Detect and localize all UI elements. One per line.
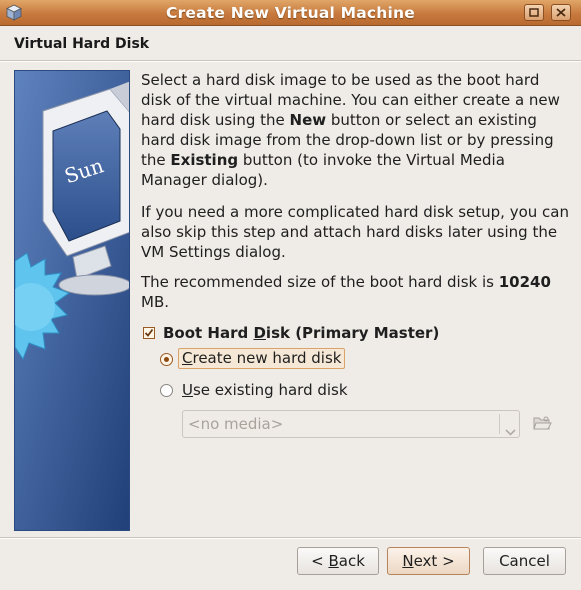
button-text: ext > xyxy=(413,552,455,570)
button-text: ack xyxy=(338,552,365,570)
folder-open-icon[interactable] xyxy=(532,414,552,432)
label-text: Boot Hard xyxy=(163,324,254,342)
mnemonic-letter: C xyxy=(182,349,193,367)
description-new-keyword: New xyxy=(289,111,327,129)
checkbox-box[interactable] xyxy=(143,327,155,339)
divider xyxy=(0,60,581,62)
label-text: isk (Primary Master) xyxy=(265,324,440,342)
virtualbox-monitor-graphic: Sun xyxy=(15,71,129,530)
description-text: The recommended size of the boot hard di… xyxy=(141,273,499,291)
side-panel: Sun xyxy=(14,70,130,531)
window-title: Create New Virtual Machine xyxy=(166,4,415,22)
mnemonic-letter: U xyxy=(182,381,193,399)
description-paragraph: Select a hard disk image to be used as t… xyxy=(141,70,571,190)
label-text: reate new hard disk xyxy=(192,349,342,367)
use-existing-disk-label[interactable]: Use existing hard disk xyxy=(182,380,348,400)
next-button[interactable]: Next > xyxy=(387,547,470,575)
boot-hard-disk-label: Boot Hard Disk (Primary Master) xyxy=(163,323,439,343)
mnemonic-letter: D xyxy=(253,324,266,342)
recommended-size-unit: MB. xyxy=(141,293,170,311)
label-text: se existing hard disk xyxy=(192,381,348,399)
media-select-value: <no media> xyxy=(188,415,284,433)
cancel-button[interactable]: Cancel xyxy=(483,547,566,575)
recommended-size-value: 10240 xyxy=(498,273,551,291)
recommended-size-text: The recommended size of the boot hard di… xyxy=(141,272,571,312)
combo-separator xyxy=(499,414,500,434)
description-existing-keyword: Existing xyxy=(170,151,239,169)
description-paragraph: If you need a more complicated hard disk… xyxy=(141,203,569,261)
mnemonic-letter: B xyxy=(328,552,339,570)
page-title: Virtual Hard Disk xyxy=(14,36,150,52)
checkmark-icon xyxy=(144,328,154,337)
radio-selected-dot xyxy=(164,357,169,362)
button-text: < xyxy=(311,552,329,570)
create-new-disk-label[interactable]: Create new hard disk xyxy=(178,348,346,369)
maximize-button[interactable] xyxy=(524,4,544,21)
mnemonic-letter: N xyxy=(402,552,414,570)
close-button[interactable] xyxy=(551,4,571,21)
title-bar[interactable]: Create New Virtual Machine xyxy=(0,0,581,26)
create-new-disk-radio[interactable] xyxy=(160,353,173,366)
divider xyxy=(0,537,581,539)
chevron-down-icon xyxy=(505,421,516,440)
use-existing-disk-radio[interactable] xyxy=(160,384,173,397)
back-button[interactable]: < Back xyxy=(297,547,379,575)
media-select-dropdown[interactable]: <no media> xyxy=(182,410,520,438)
